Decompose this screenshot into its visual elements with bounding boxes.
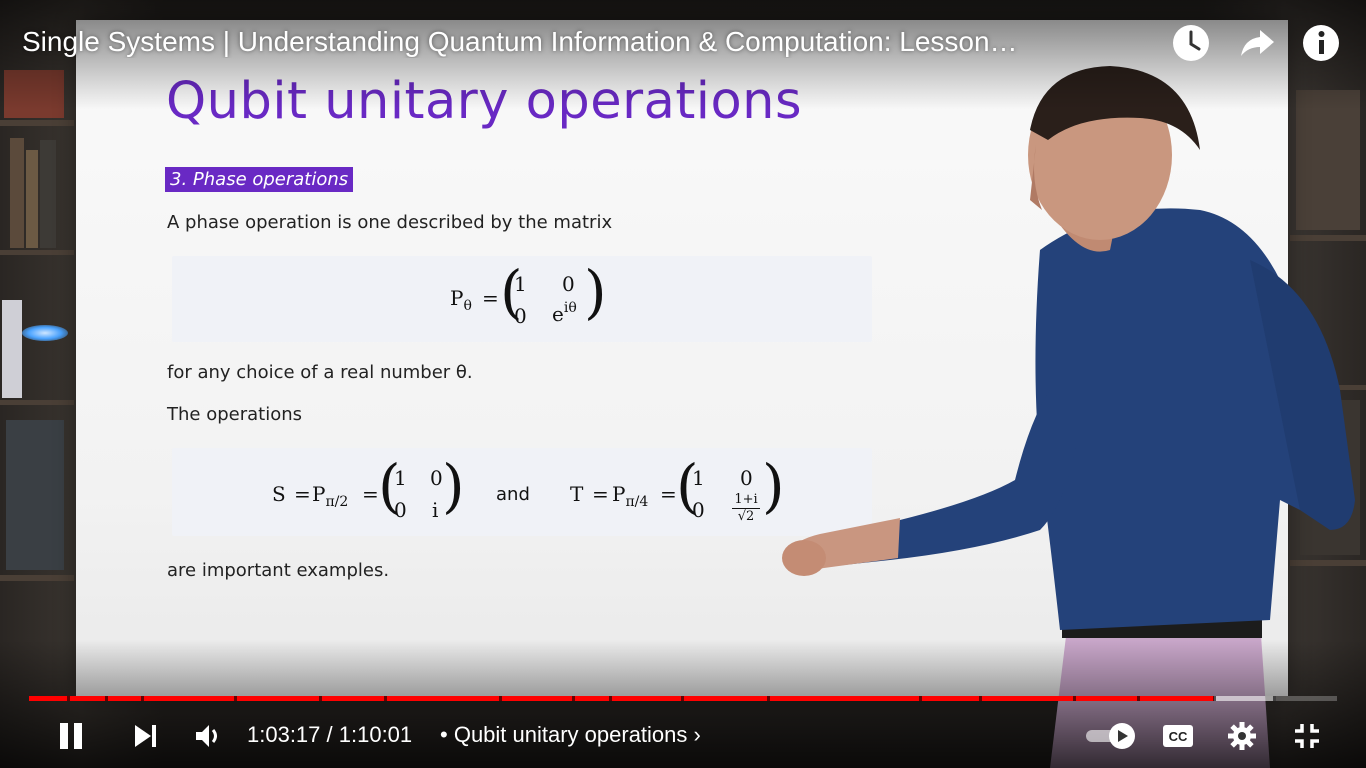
- cc-icon: CC: [1163, 725, 1193, 747]
- book: [2, 300, 22, 398]
- chevron-right-icon: ›: [693, 722, 701, 747]
- equals-sign: =: [362, 482, 379, 506]
- lamp: [22, 325, 68, 341]
- equation-lhs: Pθ: [450, 286, 472, 314]
- next-button[interactable]: [124, 714, 166, 758]
- video-title[interactable]: Single Systems | Understanding Quantum I…: [22, 26, 1162, 58]
- info-icon: [1303, 25, 1339, 61]
- chapter-marker: [141, 696, 144, 701]
- shelf: [0, 400, 74, 405]
- slide-paragraph: for any choice of a real number θ.: [167, 362, 473, 383]
- chapter-marker: [1213, 696, 1216, 701]
- progress-bar[interactable]: [29, 696, 1337, 701]
- pause-button[interactable]: [50, 714, 92, 758]
- equation-box: Pθ = ( 1 0 0 eiθ ): [172, 256, 872, 342]
- matrix-entry: 1: [394, 466, 407, 490]
- chapter-marker: [979, 696, 982, 701]
- matrix-entry: 0: [740, 466, 753, 490]
- matrix-entry: i: [432, 498, 439, 522]
- equals-sign: =: [482, 286, 499, 310]
- matrix-entry: 0: [430, 466, 443, 490]
- skip-next-icon: [135, 725, 156, 747]
- volume-icon: [196, 725, 217, 747]
- equation-lhs: T: [570, 482, 584, 506]
- chapter-marker: [234, 696, 237, 701]
- time-separator: /: [320, 722, 339, 747]
- shelf: [0, 250, 74, 255]
- chapter-marker: [67, 696, 70, 701]
- autoplay-toggle-icon: [1086, 723, 1135, 749]
- gear-icon: [1228, 722, 1256, 750]
- equation-lhs: S: [272, 482, 286, 506]
- section-badge: 3. Phase operations: [165, 167, 354, 192]
- matrix-entry: 0: [514, 304, 527, 328]
- matrix-entry: 0: [692, 498, 705, 522]
- fraction: 1+i √2: [732, 492, 760, 525]
- duration: 1:10:01: [338, 722, 413, 747]
- captions-button[interactable]: CC: [1158, 714, 1198, 758]
- share-arrow-icon: [1241, 30, 1274, 56]
- chapter-button[interactable]: • Qubit unitary operations ›: [440, 722, 701, 748]
- mute-button[interactable]: [188, 714, 228, 758]
- shelf: [0, 120, 74, 126]
- chapter-marker: [681, 696, 684, 701]
- matrix-entry: 1: [692, 466, 705, 490]
- chapter-marker: [319, 696, 322, 701]
- book: [40, 140, 56, 248]
- chapter-marker: [1137, 696, 1140, 701]
- shelf: [0, 575, 74, 581]
- slide-paragraph: A phase operation is one described by th…: [167, 212, 613, 233]
- pause-icon: [60, 723, 82, 749]
- and-word: and: [496, 484, 530, 505]
- settings-button[interactable]: [1222, 714, 1262, 758]
- chapter-marker: [609, 696, 612, 701]
- progress-played: [29, 696, 1215, 701]
- book: [26, 150, 38, 248]
- phase-op: Pπ/4: [612, 482, 649, 510]
- matrix-entry: 0: [394, 498, 407, 522]
- slide-paragraph: The operations: [167, 404, 302, 425]
- chapter-marker: [572, 696, 575, 701]
- chapter-marker: [499, 696, 502, 701]
- chapter-marker: [1073, 696, 1076, 701]
- book: [6, 420, 64, 570]
- matrix-entry: eiθ: [552, 300, 577, 326]
- equals-sign: =: [294, 482, 311, 506]
- slide-paragraph: are important examples.: [167, 560, 390, 581]
- chapter-title: Qubit unitary operations: [453, 722, 688, 747]
- watch-later-button[interactable]: [1170, 22, 1212, 64]
- phase-op: Pπ/2: [312, 482, 349, 510]
- exit-fullscreen-button[interactable]: [1286, 714, 1328, 758]
- current-time: 1:03:17: [247, 722, 321, 747]
- equation-box: S = Pπ/2 = ( 1 0 0 i ) and T = Pπ/4 = ( …: [172, 448, 872, 536]
- exit-fullscreen-icon: [1295, 724, 1319, 748]
- chapter-marker: [1273, 696, 1276, 701]
- equals-sign: =: [592, 482, 609, 506]
- matrix-entry: 1: [514, 272, 527, 296]
- time-display: 1:03:17 / 1:10:01: [247, 722, 412, 748]
- equals-sign: =: [660, 482, 677, 506]
- matrix-entry: 0: [562, 272, 575, 296]
- share-button[interactable]: [1236, 22, 1278, 64]
- clock-icon: [1173, 25, 1209, 61]
- autoplay-toggle[interactable]: [1084, 714, 1140, 758]
- chapter-marker: [384, 696, 387, 701]
- right-paren: ): [442, 452, 465, 520]
- book: [10, 138, 24, 248]
- chapter-marker: [767, 696, 770, 701]
- chapter-marker: [105, 696, 108, 701]
- chapter-separator: •: [440, 722, 448, 747]
- info-button[interactable]: [1300, 22, 1342, 64]
- right-paren: ): [584, 258, 607, 326]
- chapter-marker: [919, 696, 922, 701]
